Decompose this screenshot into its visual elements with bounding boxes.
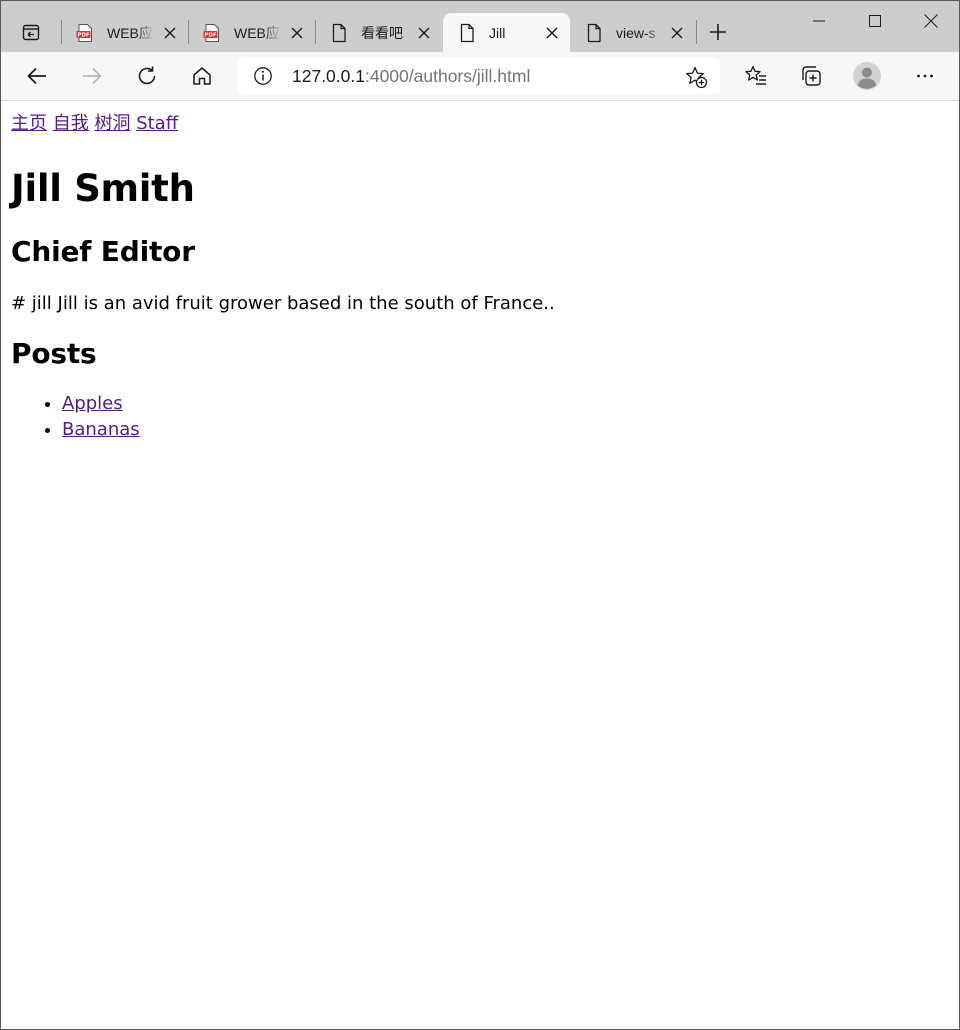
tab-jill-active[interactable]: Jill	[443, 13, 570, 52]
url-path: :4000/authors/jill.html	[364, 66, 531, 86]
close-icon[interactable]	[287, 23, 307, 43]
tab-title: WEB应用	[234, 25, 282, 41]
maximize-icon	[868, 15, 881, 27]
tab-view-source[interactable]: view-s	[570, 13, 695, 52]
tab-title: view-s	[616, 25, 656, 41]
back-arrow-icon	[27, 67, 46, 85]
toolbar: 127.0.0.1:4000/authors/jill.html	[1, 52, 959, 101]
home-button[interactable]	[185, 60, 219, 92]
post-link-bananas[interactable]: Bananas	[62, 419, 140, 440]
maximize-button[interactable]	[846, 1, 903, 41]
nav-link-home[interactable]: 主页	[11, 113, 47, 134]
tab-strip: PDF WEB应用 PDF WEB应用	[1, 1, 959, 52]
avatar-icon	[853, 62, 881, 90]
nav-link-staff[interactable]: Staff	[136, 113, 178, 134]
list-item: Bananas	[62, 417, 951, 443]
home-icon	[193, 67, 211, 85]
favorites-button[interactable]	[739, 60, 773, 92]
minimize-button[interactable]	[790, 1, 847, 41]
minimize-icon	[812, 20, 825, 22]
svg-text:PDF: PDF	[204, 33, 217, 39]
info-icon[interactable]	[253, 66, 273, 86]
refresh-icon	[138, 66, 156, 85]
url-text[interactable]: 127.0.0.1:4000/authors/jill.html	[292, 65, 530, 87]
pdf-icon: PDF	[76, 24, 92, 42]
collections-button[interactable]	[794, 60, 828, 92]
author-position-heading: Chief Editor	[11, 235, 195, 268]
pdf-icon: PDF	[203, 24, 219, 42]
close-window-icon	[923, 14, 938, 28]
page-content: 主页 自我 树洞 Staff Jill Smith Chief Editor #…	[11, 101, 951, 443]
tab-pdf-1[interactable]: PDF WEB应用	[61, 13, 188, 52]
settings-more-button[interactable]	[908, 60, 942, 92]
plus-icon	[710, 24, 726, 40]
page-icon	[587, 23, 601, 43]
post-link-apples[interactable]: Apples	[62, 393, 123, 414]
back-button[interactable]	[20, 60, 54, 92]
address-bar[interactable]: 127.0.0.1:4000/authors/jill.html	[237, 58, 720, 94]
tab-title: 看看吧	[361, 25, 403, 41]
collections-icon	[802, 66, 821, 86]
more-icon	[917, 74, 933, 78]
nav-link-treehole[interactable]: 树洞	[94, 113, 130, 134]
author-bio: # jill Jill is an avid fruit grower base…	[11, 293, 555, 314]
tab-actions-button[interactable]	[13, 15, 49, 49]
forward-arrow-icon	[83, 67, 102, 85]
new-tab-button[interactable]	[702, 18, 734, 46]
close-icon[interactable]	[542, 23, 562, 43]
add-favorite-icon[interactable]	[684, 65, 708, 89]
tab-page-kankanba[interactable]: 看看吧	[315, 13, 442, 52]
tab-pdf-2[interactable]: PDF WEB应用	[188, 13, 315, 52]
close-window-button[interactable]	[902, 1, 959, 41]
page-icon	[332, 23, 346, 43]
nav-link-about[interactable]: 自我	[53, 113, 89, 134]
refresh-button[interactable]	[130, 60, 164, 92]
url-host: 127.0.0.1	[292, 66, 365, 86]
tab-title: Jill	[489, 25, 506, 41]
tab-separator	[696, 20, 697, 44]
posts-list: Apples Bananas	[11, 391, 951, 443]
profile-button[interactable]	[850, 60, 884, 92]
forward-button[interactable]	[75, 60, 109, 92]
close-icon[interactable]	[414, 23, 434, 43]
list-item: Apples	[62, 391, 951, 417]
svg-text:PDF: PDF	[77, 33, 90, 39]
author-name-heading: Jill Smith	[11, 167, 195, 210]
tab-actions-icon	[22, 24, 40, 41]
page-icon	[460, 23, 474, 43]
close-icon[interactable]	[160, 23, 180, 43]
close-icon[interactable]	[667, 23, 687, 43]
browser-window: PDF WEB应用 PDF WEB应用	[0, 0, 960, 1030]
posts-heading: Posts	[11, 337, 97, 370]
site-nav: 主页 自我 树洞 Staff	[11, 112, 951, 136]
tab-title: WEB应用	[107, 25, 155, 41]
favorites-icon	[745, 65, 766, 85]
